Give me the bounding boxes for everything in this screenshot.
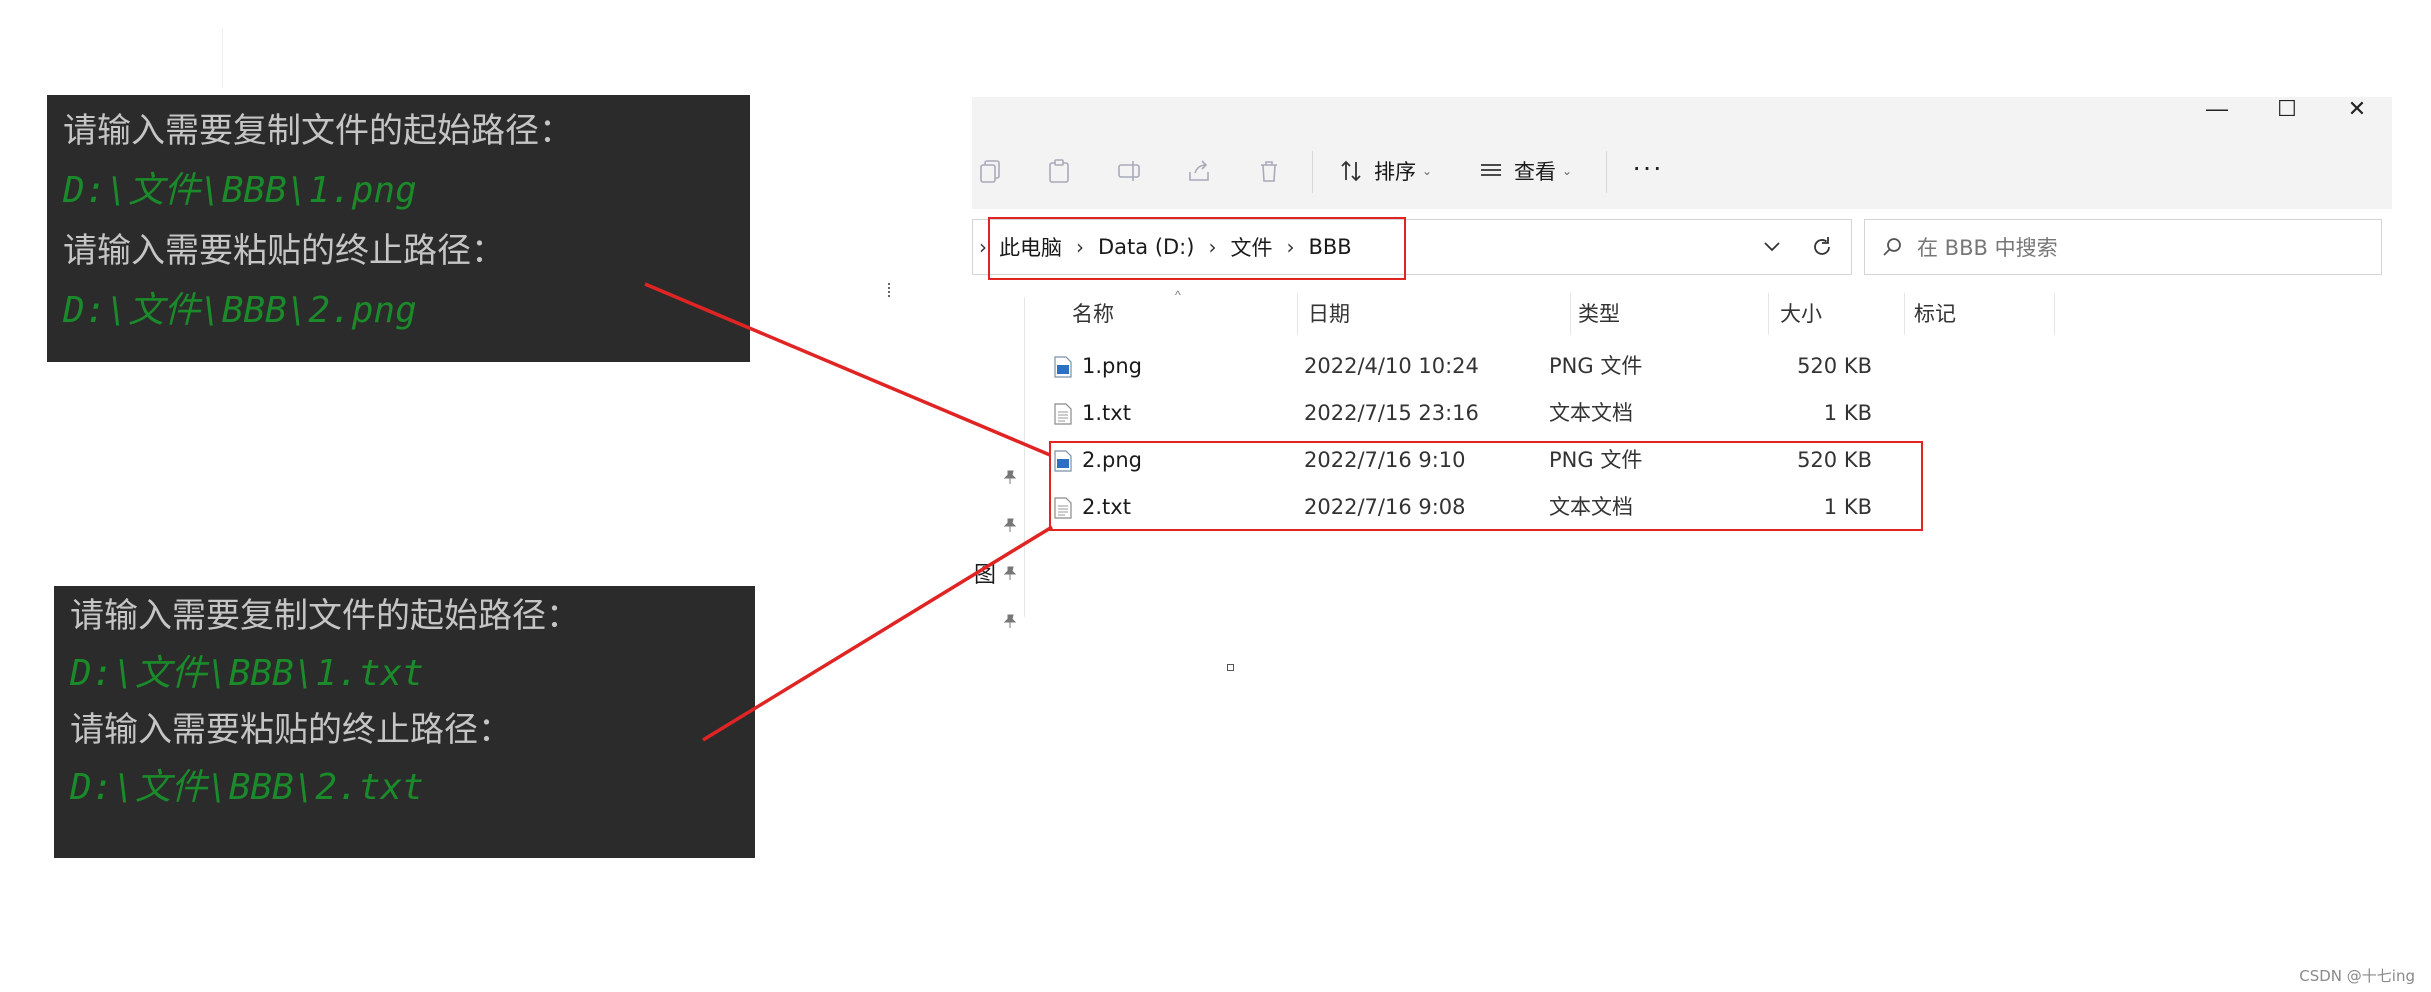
annotation-arrows (644, 282, 1053, 742)
watermark: CSDN @十七ing (2299, 967, 2415, 985)
arrow-txt-to-row (702, 525, 1053, 742)
arrow-png-to-row (644, 282, 1051, 457)
